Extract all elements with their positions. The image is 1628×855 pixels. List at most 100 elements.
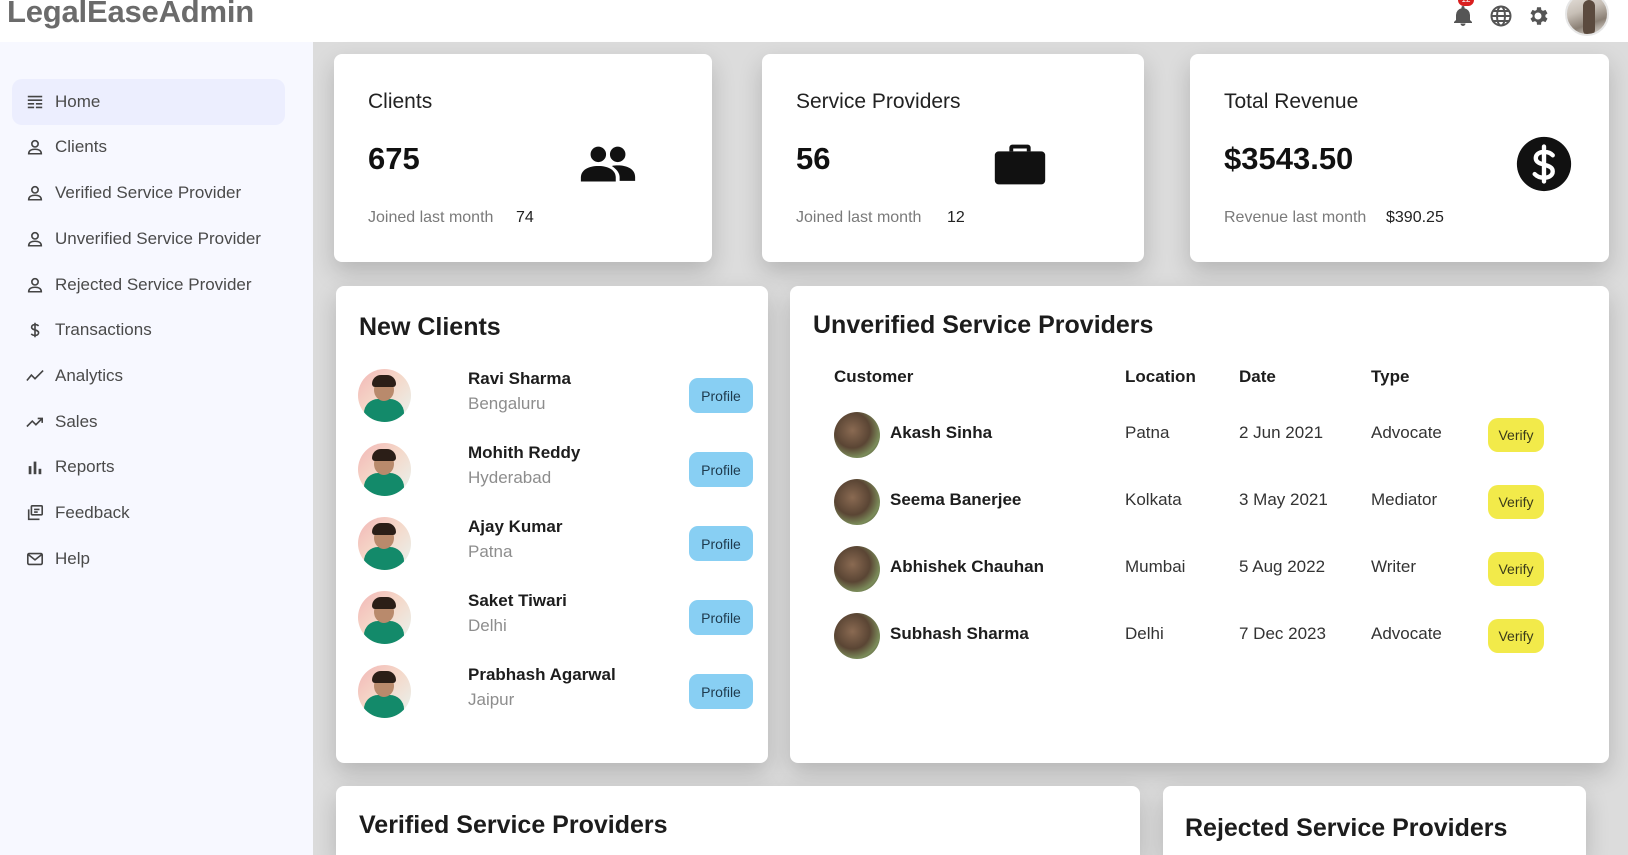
mail-icon bbox=[25, 549, 45, 569]
section-title: New Clients bbox=[359, 313, 501, 341]
verified-providers-card: Verified Service Providers bbox=[336, 786, 1140, 855]
stat-value: 675 bbox=[368, 141, 420, 176]
dollar-circle-icon bbox=[1512, 132, 1576, 196]
verify-button[interactable]: Verify bbox=[1488, 552, 1544, 586]
top-header: LegalEaseAdmin 12 bbox=[0, 0, 1628, 42]
stat-sub-value: 74 bbox=[516, 209, 534, 226]
avatar bbox=[358, 369, 411, 422]
table-row: Abhishek Chauhan Mumbai 5 Aug 2022 Write… bbox=[834, 544, 1554, 594]
client-city: Hyderabad bbox=[468, 468, 552, 487]
briefcase-icon bbox=[988, 132, 1052, 196]
service-providers-stat-card: Service Providers 56 Joined last month 1… bbox=[762, 54, 1144, 262]
avatar bbox=[834, 479, 880, 525]
list-item: Ajay Kumar Patna Profile bbox=[358, 513, 753, 573]
client-city: Jaipur bbox=[468, 690, 515, 709]
column-header-type: Type bbox=[1371, 367, 1410, 386]
provider-name: Subhash Sharma bbox=[890, 624, 1029, 643]
client-city: Delhi bbox=[468, 616, 507, 635]
provider-name: Akash Sinha bbox=[890, 423, 993, 442]
group-icon bbox=[576, 132, 640, 196]
list-item: Saket Tiwari Delhi Profile bbox=[358, 587, 753, 647]
avatar bbox=[834, 613, 880, 659]
total-revenue-stat-card: Total Revenue $3543.50 Revenue last mont… bbox=[1190, 54, 1609, 262]
provider-date: 3 May 2021 bbox=[1239, 490, 1328, 509]
sidebar-item-label: Analytics bbox=[55, 366, 124, 385]
trend-line-icon bbox=[25, 366, 45, 386]
profile-button[interactable]: Profile bbox=[689, 452, 753, 487]
provider-type: Mediator bbox=[1371, 490, 1438, 509]
client-name: Saket Tiwari bbox=[468, 591, 567, 610]
sidebar-item-label: Verified Service Provider bbox=[55, 183, 242, 202]
sidebar-item-sales[interactable]: Sales bbox=[12, 399, 285, 445]
stat-title: Service Providers bbox=[796, 90, 961, 113]
sidebar-item-help[interactable]: Help bbox=[12, 536, 285, 582]
trend-up-icon bbox=[25, 412, 45, 432]
sidebar-item-reports[interactable]: Reports bbox=[12, 444, 285, 490]
sidebar-item-label: Rejected Service Provider bbox=[55, 275, 252, 294]
sidebar-item-analytics[interactable]: Analytics bbox=[12, 353, 285, 399]
provider-date: 2 Jun 2021 bbox=[1239, 423, 1324, 442]
column-header-location: Location bbox=[1125, 367, 1196, 386]
list-item: Mohith Reddy Hyderabad Profile bbox=[358, 439, 753, 499]
verify-button[interactable]: Verify bbox=[1488, 485, 1544, 519]
avatar bbox=[834, 546, 880, 592]
section-title: Verified Service Providers bbox=[359, 811, 668, 839]
client-name: Mohith Reddy bbox=[468, 443, 581, 462]
sidebar-item-label: Unverified Service Provider bbox=[55, 229, 261, 248]
provider-location: Patna bbox=[1125, 423, 1170, 442]
sidebar-item-label: Sales bbox=[55, 412, 98, 431]
sidebar-item-transactions[interactable]: Transactions bbox=[12, 307, 285, 353]
bar-chart-icon bbox=[25, 457, 45, 477]
section-title: Unverified Service Providers bbox=[813, 311, 1154, 339]
column-header-date: Date bbox=[1239, 367, 1276, 386]
profile-button[interactable]: Profile bbox=[689, 526, 753, 561]
sidebar-item-label: Help bbox=[55, 549, 90, 568]
stat-sub-label: Joined last month bbox=[796, 209, 922, 226]
person-icon bbox=[25, 183, 45, 203]
stat-sub-label: Revenue last month bbox=[1224, 209, 1367, 226]
sidebar-item-home[interactable]: Home bbox=[12, 79, 285, 125]
avatar bbox=[358, 517, 411, 570]
verify-button[interactable]: Verify bbox=[1488, 619, 1544, 653]
sidebar-item-feedback[interactable]: Feedback bbox=[12, 490, 285, 536]
dashboard-icon bbox=[25, 92, 45, 112]
provider-name: Abhishek Chauhan bbox=[890, 557, 1044, 576]
sidebar-item-label: Feedback bbox=[55, 503, 130, 522]
stat-sub-value: 12 bbox=[947, 209, 965, 226]
stat-sub-label: Joined last month bbox=[368, 209, 494, 226]
profile-button[interactable]: Profile bbox=[689, 600, 753, 635]
avatar bbox=[358, 665, 411, 718]
provider-type: Advocate bbox=[1371, 624, 1442, 643]
provider-location: Mumbai bbox=[1125, 557, 1186, 576]
rejected-providers-card: Rejected Service Providers bbox=[1163, 786, 1586, 855]
sidebar-item-rejected-service-provider[interactable]: Rejected Service Provider bbox=[12, 262, 285, 308]
sidebar-item-label: Transactions bbox=[55, 320, 152, 339]
user-avatar[interactable] bbox=[1565, 0, 1609, 36]
verify-button[interactable]: Verify bbox=[1488, 418, 1544, 452]
sidebar-item-unverified-service-provider[interactable]: Unverified Service Provider bbox=[12, 216, 285, 262]
stat-title: Total Revenue bbox=[1224, 90, 1359, 113]
provider-name: Seema Banerjee bbox=[890, 490, 1022, 509]
stat-value: 56 bbox=[796, 141, 831, 176]
sidebar: Home Clients Verified Service Provider U… bbox=[0, 42, 313, 855]
bell-icon[interactable] bbox=[1449, 2, 1477, 30]
table-row: Subhash Sharma Delhi 7 Dec 2023 Advocate… bbox=[834, 611, 1554, 661]
client-name: Ajay Kumar bbox=[468, 517, 563, 536]
sidebar-item-verified-service-provider[interactable]: Verified Service Provider bbox=[12, 170, 285, 216]
profile-button[interactable]: Profile bbox=[689, 378, 753, 413]
person-icon bbox=[25, 229, 45, 249]
client-city: Patna bbox=[468, 542, 513, 561]
stat-sub-value: $390.25 bbox=[1386, 209, 1444, 226]
globe-icon[interactable] bbox=[1487, 2, 1515, 30]
gear-icon[interactable] bbox=[1524, 2, 1552, 30]
profile-button[interactable]: Profile bbox=[689, 674, 753, 709]
avatar bbox=[834, 412, 880, 458]
provider-type: Writer bbox=[1371, 557, 1417, 576]
stat-value: $3543.50 bbox=[1224, 141, 1354, 176]
list-item: Prabhash Agarwal Jaipur Profile bbox=[358, 661, 753, 721]
clients-stat-card: Clients 675 Joined last month 74 bbox=[334, 54, 712, 262]
sidebar-item-clients[interactable]: Clients bbox=[12, 124, 285, 170]
table-row: Seema Banerjee Kolkata 3 May 2021 Mediat… bbox=[834, 477, 1554, 527]
brand-logo[interactable]: LegalEaseAdmin bbox=[7, 0, 254, 30]
stat-title: Clients bbox=[368, 90, 433, 113]
